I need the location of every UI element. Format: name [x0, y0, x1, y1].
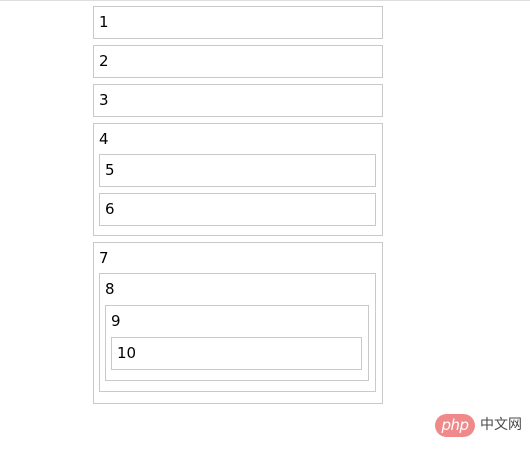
box-8-label: 8: [105, 280, 115, 298]
box-8: 8 9 10: [99, 273, 376, 392]
php-logo-pill: php: [435, 414, 475, 437]
box-2: 2: [93, 45, 383, 78]
site-name-text: 中文网: [480, 417, 522, 433]
box-9-label: 9: [111, 312, 121, 330]
box-4: 4 5 6: [93, 123, 383, 236]
box-5: 5: [99, 154, 376, 187]
box-5-label: 5: [105, 161, 115, 179]
nested-box-list: 1 2 3 4 5 6 7 8 9 10: [93, 6, 383, 404]
box-7-label: 7: [99, 249, 109, 267]
box-10-label: 10: [117, 344, 137, 362]
box-9: 9 10: [105, 305, 369, 381]
box-10: 10: [111, 337, 362, 370]
box-7: 7 8 9 10: [93, 242, 383, 404]
box-3: 3: [93, 84, 383, 117]
box-2-label: 2: [99, 52, 109, 70]
box-1: 1: [93, 6, 383, 39]
top-divider: [0, 0, 530, 1]
box-6: 6: [99, 193, 376, 226]
box-4-label: 4: [99, 130, 109, 148]
php-cn-watermark: php 中文网: [435, 414, 522, 437]
box-6-label: 6: [105, 200, 115, 218]
box-1-label: 1: [99, 13, 109, 31]
box-3-label: 3: [99, 91, 109, 109]
